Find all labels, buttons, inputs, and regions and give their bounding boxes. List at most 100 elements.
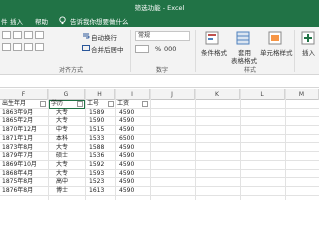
table-row: 1879年7月 硕士 1536 4590 [0,152,319,161]
filter-dropdown-button[interactable] [77,101,83,107]
merge-center-button[interactable]: 合并后居中 [91,44,124,54]
cell-wage[interactable]: 4590 [119,187,134,196]
cell-edu[interactable]: 中专 [56,126,68,135]
table-header-row: 出生年月 学历 工号 工资 [0,100,319,109]
table-row: 1863年9月 大专 1589 4590 [0,109,319,118]
tell-me-search[interactable]: 告诉我你想要做什么 [70,16,129,26]
table-row: 1873年8月 大专 1588 4590 [0,144,319,153]
menu-item-file[interactable]: 件 [1,16,8,26]
cell-birth[interactable]: 1871年1月 [2,135,33,144]
cell-birth[interactable]: 1870年12月 [2,126,37,135]
ribbon-separator [294,30,295,72]
cell-wage[interactable]: 4590 [119,170,134,179]
cell-id[interactable]: 1613 [89,187,104,196]
table-row: 1870年12月 中专 1515 4590 [0,126,319,135]
table-row: 1876年8月 博士 1613 4590 [0,187,319,196]
cell-id[interactable]: 1593 [89,170,104,179]
cell-id[interactable]: 1589 [89,109,104,118]
menu-item-help[interactable]: 帮助 [35,16,48,26]
header-edu[interactable]: 学历 [51,100,63,109]
table-format-icon [236,31,250,45]
title-bar: 筛选功能 - Excel [0,0,319,14]
header-wage[interactable]: 工资 [117,100,129,109]
cell-birth[interactable]: 1869年10月 [2,161,37,170]
cell-edu[interactable]: 大专 [56,117,68,126]
cell-styles-button[interactable]: 单元格样式 [260,47,293,57]
merge-center-icon [82,45,90,51]
cell-edu[interactable]: 博士 [56,187,68,196]
indent-button[interactable] [35,43,44,51]
ribbon-separator [130,30,131,72]
cell-wage[interactable]: 4590 [119,178,134,187]
wrap-text-button[interactable]: 自动换行 [91,32,117,42]
align-left-button[interactable] [2,43,11,51]
conditional-format-button[interactable]: 条件格式 [201,47,227,57]
filter-dropdown-button[interactable] [40,101,46,107]
cell-wage[interactable]: 4590 [119,161,134,170]
cell-styles-icon [268,31,282,45]
cell-wage[interactable]: 4590 [119,126,134,135]
cell-wage[interactable]: 4590 [119,117,134,126]
orientation-button[interactable] [35,31,44,39]
cell-id[interactable]: 1588 [89,144,104,153]
ribbon: 自动换行 合并后居中 对齐方式 常规 % 000 数字 条件格式 套用 表格格式… [0,27,319,75]
cell-edu[interactable]: 大专 [56,161,68,170]
cell-id[interactable]: 1515 [89,126,104,135]
cell-birth[interactable]: 1879年7月 [2,152,33,161]
column-header[interactable]: L [240,89,285,100]
menu-item-insert[interactable]: 插入 [10,16,23,26]
cell-edu[interactable]: 硕士 [56,152,68,161]
worksheet-grid: 出生年月 学历 工号 工资 1863年9月 大专 1589 4590 1865年… [0,100,319,200]
cell-wage[interactable]: 6500 [119,135,134,144]
cell-wage[interactable]: 4590 [119,109,134,118]
window-title: 筛选功能 - Excel [134,4,185,12]
filter-dropdown-button[interactable] [108,101,114,107]
cell-id[interactable]: 1523 [89,178,104,187]
group-label-styles: 样式 [244,67,257,74]
table-row: 1868年4月 大专 1593 4590 [0,170,319,179]
cell-edu[interactable]: 大专 [56,144,68,153]
column-header[interactable]: H [85,89,115,100]
column-header[interactable]: K [195,89,240,100]
cell-birth[interactable]: 1875年8月 [2,178,33,187]
comma-style-button[interactable]: 000 [164,45,176,53]
cell-birth[interactable]: 1865年2月 [2,117,33,126]
cell-wage[interactable]: 4590 [119,144,134,153]
insert-button[interactable]: 插入 [302,47,315,57]
table-row: 1871年1月 本科 1533 6500 [0,135,319,144]
column-header[interactable]: F [0,89,48,100]
filter-dropdown-button[interactable] [142,101,148,107]
currency-button[interactable] [135,45,149,53]
column-header[interactable]: J [150,89,195,100]
align-middle-button[interactable] [13,31,22,39]
cell-birth[interactable]: 1876年8月 [2,187,33,196]
cell-birth[interactable]: 1868年4月 [2,170,33,179]
lightbulb-icon [59,16,66,25]
table-format-button-label: 表格格式 [231,57,257,65]
column-header[interactable]: G [48,89,85,100]
cell-id[interactable]: 1592 [89,161,104,170]
percent-button[interactable]: % [155,45,161,53]
cell-id[interactable]: 1533 [89,135,104,144]
table-row: 1869年10月 大专 1592 4590 [0,161,319,170]
column-header[interactable]: M [285,89,319,100]
cell-wage[interactable]: 4590 [119,152,134,161]
number-format-select[interactable]: 常规 [135,31,190,41]
cell-birth[interactable]: 1873年8月 [2,144,33,153]
header-id[interactable]: 工号 [87,100,99,109]
conditional-format-icon [205,31,219,45]
group-label-number: 数字 [156,67,169,74]
align-bottom-button[interactable] [24,31,33,39]
cell-id[interactable]: 1536 [89,152,104,161]
align-top-button[interactable] [2,31,11,39]
cell-id[interactable]: 1590 [89,117,104,126]
formula-bar[interactable] [0,76,319,88]
cell-edu[interactable]: 高中 [56,178,68,187]
column-header[interactable]: I [115,89,150,100]
align-center-button[interactable] [13,43,22,51]
cell-edu[interactable]: 大专 [56,170,68,179]
wrap-text-icon [83,33,90,39]
header-birth[interactable]: 出生年月 [2,100,26,109]
align-right-button[interactable] [24,43,33,51]
cell-edu[interactable]: 本科 [56,135,68,144]
